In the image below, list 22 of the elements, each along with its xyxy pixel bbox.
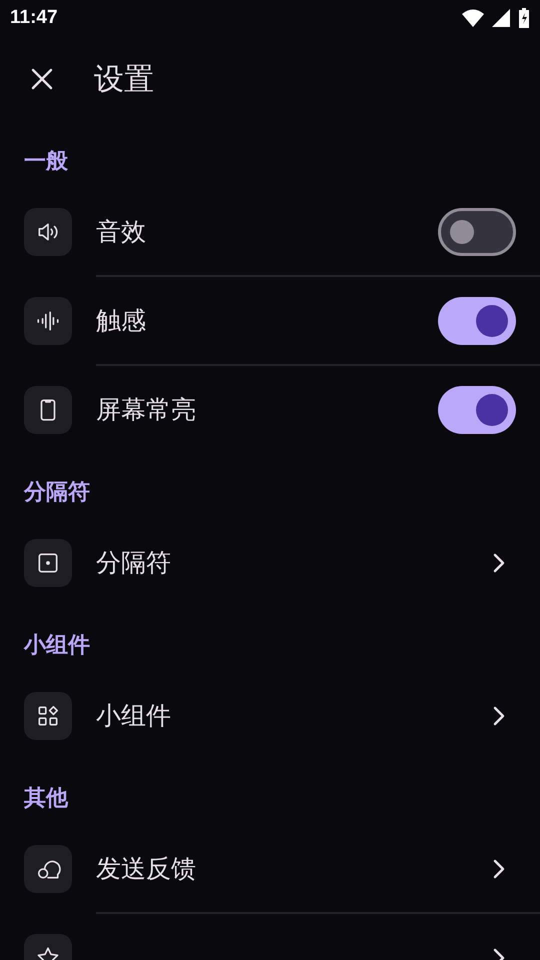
setting-label[interactable]: 小组件 [96, 699, 468, 732]
section-header: 其他 [24, 785, 68, 813]
status-time: 11:47 [10, 7, 58, 29]
setting-label[interactable]: 触感 [96, 304, 414, 337]
battery-icon [518, 8, 530, 28]
toggle-switch[interactable] [438, 296, 516, 344]
chevron-right-icon [492, 704, 506, 726]
chevron-right-icon [492, 552, 506, 574]
chevron-right-icon [492, 858, 506, 880]
section-header: 小组件 [24, 632, 90, 660]
section-header: 一般 [24, 148, 68, 176]
setting-label[interactable]: 分隔符 [96, 546, 468, 579]
setting-label[interactable]: 屏幕常亮 [96, 393, 414, 426]
wifi-icon [462, 9, 484, 27]
toggle-switch[interactable] [438, 386, 516, 434]
setting-label[interactable]: 发送反馈 [96, 852, 468, 885]
setting-label[interactable]: 音效 [96, 215, 414, 248]
section-header: 分隔符 [24, 479, 90, 507]
signal-icon [492, 9, 510, 27]
page-title: 设置 [94, 60, 154, 98]
close-icon [31, 68, 53, 90]
toggle-switch[interactable] [438, 208, 516, 256]
